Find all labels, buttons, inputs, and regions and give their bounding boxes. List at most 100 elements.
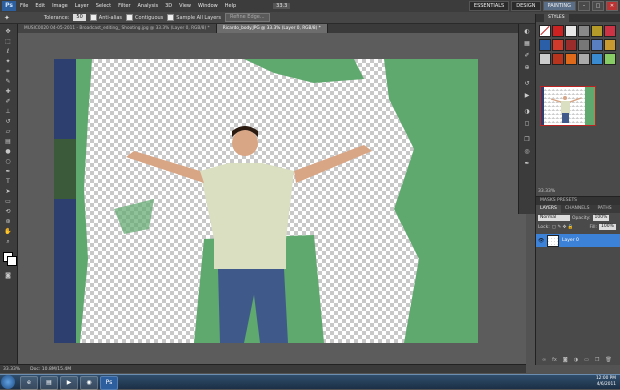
document-tab-ricardo[interactable]: Ricardo_body.JPG @ 33.3% (Layer 0, RGB/8… [216,24,328,33]
gradient-tool-icon[interactable]: ▤ [3,138,13,146]
fill-input[interactable]: 100% [599,224,616,230]
type-tool-icon[interactable]: T [3,178,13,186]
dodge-tool-icon[interactable]: ○ [3,158,13,166]
menu-filter[interactable]: Filter [118,3,130,9]
style-swatch[interactable] [552,39,564,51]
healing-tool-icon[interactable]: ✚ [3,88,13,96]
clone-stamp-tool-icon[interactable]: ⊥ [3,108,13,116]
contiguous-checkbox[interactable] [126,14,134,21]
canvas-area[interactable] [18,33,526,364]
minimize-icon[interactable]: – [578,1,590,11]
layers-panel-icon[interactable]: ❐ [522,136,532,144]
menu-window[interactable]: Window [198,3,218,9]
style-swatch[interactable] [565,53,577,65]
fx-icon[interactable]: fx [552,357,557,363]
menu-file[interactable]: File [20,3,28,9]
zoom-tool-icon[interactable]: ⌕ [3,238,13,246]
3d-camera-tool-icon[interactable]: ⊛ [3,218,13,226]
menu-edit[interactable]: Edit [35,3,45,9]
eyedropper-tool-icon[interactable]: ✎ [3,78,13,86]
style-swatch[interactable] [552,25,564,37]
move-tool-icon[interactable]: ✥ [3,28,13,36]
trash-icon[interactable]: 🗑 [605,357,611,363]
masks-panel-icon[interactable]: ◻ [522,120,532,128]
style-swatch[interactable] [552,53,564,65]
navigator-thumbnail[interactable] [540,86,596,126]
layer-name[interactable]: Layer 0 [562,238,579,243]
pen-tool-icon[interactable]: ✒ [3,168,13,176]
tolerance-input[interactable]: 50 [73,14,86,21]
workspace-painting[interactable]: PAINTING [542,1,576,11]
tab-blank[interactable] [536,14,544,22]
style-swatch[interactable] [539,25,551,37]
contiguous-option[interactable]: Contiguous [126,14,163,21]
background-color-swatch[interactable] [7,256,17,266]
clone-source-icon[interactable]: ⊕ [522,64,532,72]
new-layer-icon[interactable]: ❐ [595,357,599,363]
swatches-panel-icon[interactable]: ▦ [522,40,532,48]
style-swatch[interactable] [578,39,590,51]
style-swatch[interactable] [565,39,577,51]
menu-view[interactable]: View [179,3,191,9]
style-swatch[interactable] [604,39,616,51]
menu-analysis[interactable]: Analysis [138,3,159,9]
hand-tool-icon[interactable]: ✋ [3,228,13,236]
zoom-level-dropdown[interactable]: 33.3 [273,3,291,9]
anti-alias-option[interactable]: Anti-alias [89,14,122,21]
style-swatch[interactable] [591,53,603,65]
adjustments-panel-icon[interactable]: ◑ [522,108,532,116]
style-swatch[interactable] [565,25,577,37]
history-brush-tool-icon[interactable]: ↺ [3,118,13,126]
system-clock[interactable]: 12:00 PM 4/6/2011 [596,376,616,388]
shape-tool-icon[interactable]: ▭ [3,198,13,206]
tab-styles[interactable]: STYLES [544,14,569,22]
workspace-essentials[interactable]: ESSENTIALS [468,1,510,11]
style-swatch[interactable] [539,53,551,65]
menu-image[interactable]: Image [52,3,68,9]
refine-edge-button[interactable]: Refine Edge... [224,13,270,22]
brush-tool-icon[interactable]: ✐ [3,98,13,106]
close-icon[interactable]: ✕ [606,1,618,11]
anti-alias-checkbox[interactable] [89,14,97,21]
style-swatch[interactable] [591,25,603,37]
eye-icon[interactable]: 👁 [538,238,544,244]
blur-tool-icon[interactable]: ● [3,148,13,156]
menu-3d[interactable]: 3D [165,3,172,9]
eraser-tool-icon[interactable]: ▱ [3,128,13,136]
history-panel-icon[interactable]: ↺ [522,80,532,88]
style-swatch[interactable] [578,53,590,65]
lasso-tool-icon[interactable]: ℓ [3,48,13,56]
3d-rotate-tool-icon[interactable]: ⟲ [3,208,13,216]
style-swatch[interactable] [604,53,616,65]
style-swatch[interactable] [539,39,551,51]
path-selection-tool-icon[interactable]: ➤ [3,188,13,196]
sample-all-checkbox[interactable] [167,14,175,21]
magic-wand-icon[interactable]: ✦ [4,14,10,22]
masks-presets-label[interactable]: MASKS PRESETS [536,197,581,205]
maximize-icon[interactable]: □ [592,1,604,11]
opacity-input[interactable]: 100% [592,215,610,221]
workspace-design[interactable]: DESIGN [511,1,541,11]
crop-tool-icon[interactable]: ⌗ [3,68,13,76]
brushes-panel-icon[interactable]: ✐ [522,52,532,60]
group-folder-icon[interactable]: ▭ [584,357,589,363]
paths-panel-icon[interactable]: ✒ [522,160,532,168]
sample-all-option[interactable]: Sample All Layers [167,14,221,21]
actions-panel-icon[interactable]: ▶ [522,92,532,100]
menu-help[interactable]: Help [225,3,236,9]
tab-layers[interactable]: LAYERS [536,205,561,213]
blend-mode-select[interactable]: Normal [538,215,570,221]
adjustment-layer-icon[interactable]: ◑ [574,357,578,363]
status-zoom[interactable]: 33.33% [3,367,20,372]
layer-row[interactable]: 👁 Layer 0 [536,234,620,247]
channels-panel-icon[interactable]: ◎ [522,148,532,156]
navigator-zoom[interactable]: 33.33% [538,189,555,194]
add-mask-icon[interactable]: ◙ [563,357,568,363]
tab-paths[interactable]: PATHS [593,205,615,213]
menu-layer[interactable]: Layer [75,3,89,9]
link-layers-icon[interactable]: ∞ [542,357,546,363]
quick-mask-icon[interactable]: ◙ [3,272,13,280]
menu-select[interactable]: Select [96,3,111,9]
style-swatch[interactable] [604,25,616,37]
style-swatch[interactable] [578,25,590,37]
